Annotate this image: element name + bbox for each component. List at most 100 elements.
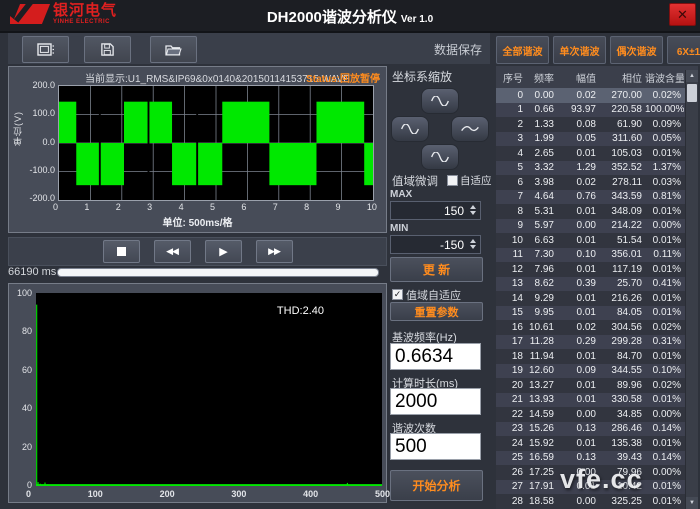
table-cell: 18 bbox=[496, 351, 526, 362]
table-row[interactable]: 10.6693.97220.58100.00% bbox=[496, 103, 686, 118]
table-row[interactable]: 31.990.05311.600.05% bbox=[496, 132, 686, 147]
table-cell: 84.70 bbox=[599, 351, 645, 362]
open-file-button[interactable] bbox=[150, 36, 197, 63]
table-row[interactable]: 85.310.01348.090.01% bbox=[496, 204, 686, 219]
zoom-right-button[interactable] bbox=[451, 116, 489, 142]
filter-button[interactable]: 6X±1次 bbox=[667, 36, 700, 64]
playback-progress-slider[interactable] bbox=[57, 268, 379, 277]
table-row[interactable]: 127.960.01117.190.01% bbox=[496, 262, 686, 277]
table-cell: 10.61 bbox=[526, 322, 557, 333]
table-cell: 0.03% bbox=[645, 177, 684, 188]
x-tick-label: 7 bbox=[273, 202, 278, 212]
table-cell: 0.13 bbox=[557, 452, 599, 463]
table-cell: 0.29 bbox=[557, 336, 599, 347]
table-cell: 0.00 bbox=[526, 90, 557, 101]
max-spinner[interactable]: 150 bbox=[390, 201, 481, 220]
x-tick-label: 0 bbox=[53, 202, 58, 212]
scroll-down-icon[interactable]: ▼ bbox=[686, 497, 698, 509]
table-cell: 8 bbox=[496, 206, 526, 217]
titlebar: 银河电气 YINHE ELECTRIC DH2000谐波分析仪Ver 1.0 ✕ bbox=[0, 0, 700, 33]
filter-button[interactable]: 偶次谐波 bbox=[610, 36, 663, 64]
play-button[interactable]: ▶ bbox=[205, 240, 242, 263]
table-cell: 0.00 bbox=[557, 467, 599, 478]
scroll-up-icon[interactable]: ▲ bbox=[686, 70, 698, 82]
control-column: 坐标系缩放 值域微调 自适应 MAX 150 MIN -150 更 新 ✓ 值域… bbox=[390, 66, 487, 509]
display-record-button[interactable] bbox=[22, 36, 69, 63]
table-cell: 0.01 bbox=[557, 264, 599, 275]
table-row[interactable]: 21.330.0861.900.09% bbox=[496, 117, 686, 132]
x-tick-label: 500 bbox=[375, 489, 390, 499]
zoom-down-button[interactable] bbox=[421, 144, 459, 170]
table-row[interactable]: 2516.590.1339.430.14% bbox=[496, 451, 686, 466]
table-cell: 0.01% bbox=[645, 394, 684, 405]
harmonics-table: 序号频率幅值相位谐波含量 00.000.02270.000.02%10.6693… bbox=[496, 66, 698, 509]
table-cell: 0.00 bbox=[557, 409, 599, 420]
y-tick-label: 20 bbox=[22, 442, 32, 452]
min-spinner[interactable]: -150 bbox=[390, 235, 481, 254]
value-autorange-checkbox[interactable]: ✓ bbox=[392, 289, 403, 300]
table-row[interactable]: 74.640.76343.590.81% bbox=[496, 190, 686, 205]
table-cell: 25 bbox=[496, 452, 526, 463]
table-cell: 15.92 bbox=[526, 438, 557, 449]
table-cell: 220.58 bbox=[599, 104, 645, 115]
table-cell: 343.59 bbox=[599, 191, 645, 202]
table-cell: 10 bbox=[496, 235, 526, 246]
table-cell: 344.55 bbox=[599, 365, 645, 376]
zoom-left-button[interactable] bbox=[391, 116, 429, 142]
table-cell: 216.26 bbox=[599, 293, 645, 304]
table-row[interactable]: 00.000.02270.000.02% bbox=[496, 88, 686, 103]
table-row[interactable]: 2717.910.0110.420.01% bbox=[496, 480, 686, 495]
stop-button[interactable] bbox=[103, 240, 140, 263]
fundamental-freq-input[interactable]: 0.6634 bbox=[390, 343, 481, 370]
fast-forward-icon: ▶▶ bbox=[268, 246, 280, 257]
table-row[interactable]: 1912.600.09344.550.10% bbox=[496, 364, 686, 379]
table-cell: 12 bbox=[496, 264, 526, 275]
table-row[interactable]: 2617.250.0079.960.00% bbox=[496, 465, 686, 480]
table-row[interactable]: 53.321.29352.521.37% bbox=[496, 161, 686, 176]
table-row[interactable]: 2214.590.0034.850.00% bbox=[496, 407, 686, 422]
close-button[interactable]: ✕ bbox=[669, 3, 696, 26]
table-row[interactable]: 106.630.0151.540.01% bbox=[496, 233, 686, 248]
table-row[interactable]: 1711.280.29299.280.31% bbox=[496, 335, 686, 350]
calc-duration-input[interactable]: 2000 bbox=[390, 388, 481, 415]
max-label: MAX bbox=[390, 189, 412, 200]
thd-value-label: THD:2.40 bbox=[277, 305, 324, 317]
reset-params-button[interactable]: 重置参数 bbox=[390, 302, 483, 321]
update-button[interactable]: 更 新 bbox=[390, 257, 483, 282]
rewind-button[interactable]: ◀◀ bbox=[154, 240, 191, 263]
table-row[interactable]: 63.980.02278.110.03% bbox=[496, 175, 686, 190]
table-row[interactable]: 1811.940.0184.700.01% bbox=[496, 349, 686, 364]
axis-zoom-title: 坐标系缩放 bbox=[392, 68, 452, 85]
table-cell: 0.10 bbox=[557, 249, 599, 260]
table-row[interactable]: 149.290.01216.260.01% bbox=[496, 291, 686, 306]
table-cell: 11 bbox=[496, 249, 526, 260]
table-cell: 7.30 bbox=[526, 249, 557, 260]
filter-button[interactable]: 单次谐波 bbox=[553, 36, 606, 64]
table-row[interactable]: 2315.260.13286.460.14% bbox=[496, 422, 686, 437]
harmonic-order-input[interactable]: 500 bbox=[390, 433, 481, 460]
table-row[interactable]: 2113.930.01330.580.01% bbox=[496, 393, 686, 408]
table-row[interactable]: 117.300.10356.010.11% bbox=[496, 248, 686, 263]
table-row[interactable]: 2415.920.01135.380.01% bbox=[496, 436, 686, 451]
y-tick-label: 100.0 bbox=[32, 108, 55, 118]
auto-range-checkbox[interactable] bbox=[447, 175, 458, 186]
save-button[interactable] bbox=[84, 36, 131, 63]
scrollbar-thumb[interactable] bbox=[687, 84, 697, 102]
filter-button[interactable]: 全部谐波 bbox=[496, 36, 549, 64]
table-cell: 0 bbox=[496, 90, 526, 101]
zoom-up-button[interactable] bbox=[421, 88, 459, 114]
table-cell: 7 bbox=[496, 191, 526, 202]
spinner-arrows-icon[interactable] bbox=[470, 205, 476, 215]
table-scrollbar[interactable]: ▲ ▼ bbox=[685, 70, 698, 509]
table-row[interactable]: 1610.610.02304.560.02% bbox=[496, 320, 686, 335]
table-row[interactable]: 2818.580.00325.250.01% bbox=[496, 494, 686, 509]
table-row[interactable]: 2013.270.0189.960.02% bbox=[496, 378, 686, 393]
table-row[interactable]: 95.970.00214.220.00% bbox=[496, 219, 686, 234]
fast-forward-button[interactable]: ▶▶ bbox=[256, 240, 293, 263]
table-cell: 0.01 bbox=[557, 380, 599, 391]
table-row[interactable]: 138.620.3925.700.41% bbox=[496, 277, 686, 292]
spinner-arrows-icon[interactable] bbox=[470, 239, 476, 249]
table-row[interactable]: 42.650.01105.030.01% bbox=[496, 146, 686, 161]
start-analysis-button[interactable]: 开始分析 bbox=[390, 470, 483, 501]
table-row[interactable]: 159.950.0184.050.01% bbox=[496, 306, 686, 321]
